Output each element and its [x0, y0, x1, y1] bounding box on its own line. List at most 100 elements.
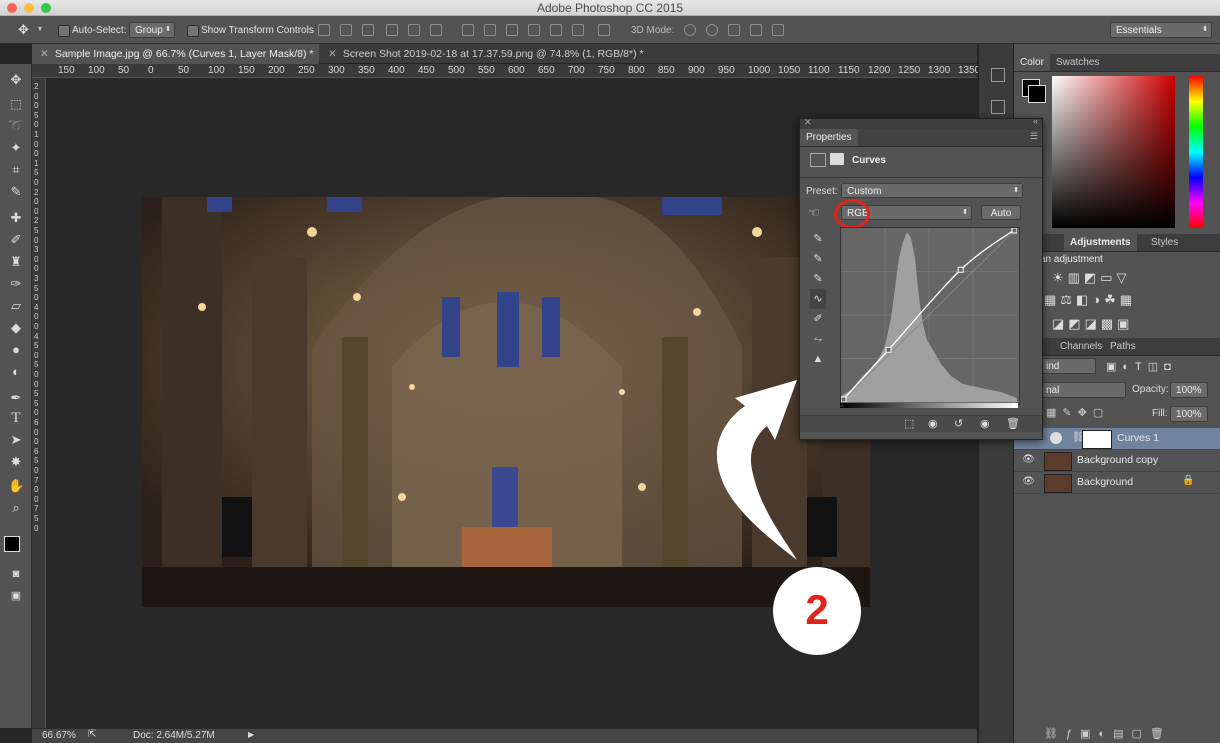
align-hcenter-icon[interactable]	[408, 24, 420, 36]
align-top-icon[interactable]	[318, 24, 330, 36]
eyedropper-black-icon[interactable]: ✎	[810, 229, 826, 249]
path-selection-tool-icon[interactable]: ➤	[8, 432, 24, 448]
pen-tool-icon[interactable]: ✒	[8, 390, 24, 406]
collapse-panel-icon[interactable]: «	[1033, 116, 1038, 126]
move-tool-icon[interactable]: ✥	[8, 72, 24, 88]
layer-filter-icons[interactable]: ▣◐T◫◘	[1106, 360, 1177, 373]
distribute-top-icon[interactable]	[462, 24, 474, 36]
custom-shape-tool-icon[interactable]: ✸	[8, 454, 24, 470]
export-icon[interactable]: ⇱	[88, 729, 96, 740]
crop-tool-icon[interactable]: ⌗	[8, 162, 24, 178]
brush-tool-icon[interactable]: ✐	[8, 232, 24, 248]
tab-properties[interactable]: Properties	[800, 129, 858, 146]
tool-preset-dropdown-icon[interactable]: ▾	[38, 24, 42, 33]
color-bg-swatch[interactable]	[1028, 85, 1046, 103]
blend-mode-dropdown[interactable]: nal	[1040, 382, 1126, 398]
hue-slider[interactable]	[1189, 76, 1203, 228]
3d-scale-icon[interactable]	[772, 24, 784, 36]
close-panel-icon[interactable]: ✕	[804, 117, 812, 128]
align-bottom-icon[interactable]	[362, 24, 374, 36]
opacity-field[interactable]: 100%	[1170, 382, 1208, 398]
close-tab-icon[interactable]: ✕	[40, 48, 49, 60]
quick-mask-icon[interactable]: ◙	[8, 566, 24, 582]
reset-icon[interactable]: ↺	[954, 417, 963, 430]
tab-channels[interactable]: Channels	[1054, 338, 1108, 355]
clip-to-layer-icon[interactable]: ⬚	[904, 417, 914, 430]
eyedropper-gray-icon[interactable]: ✎	[810, 249, 826, 269]
pencil-tool-icon[interactable]: ✐	[810, 309, 826, 329]
history-panel-icon[interactable]	[991, 68, 1005, 82]
visibility-eye-icon[interactable]: 👁	[1022, 454, 1035, 466]
magic-wand-tool-icon[interactable]: ✦	[8, 140, 24, 156]
screen-mode-icon[interactable]: ▣	[8, 588, 24, 604]
properties-drag-bar[interactable]: ✕ «	[800, 116, 1042, 129]
move-tool-icon[interactable]: ✥	[18, 22, 29, 38]
auto-select-checkbox[interactable]	[58, 25, 70, 37]
adjustment-icons-row-1[interactable]: ☀▥◩▭▽	[1052, 270, 1131, 286]
mask-icon[interactable]	[830, 153, 844, 165]
tab-adjustments[interactable]: Adjustments	[1064, 234, 1137, 251]
healing-brush-tool-icon[interactable]: ✚	[8, 210, 24, 226]
auto-select-dropdown[interactable]: Group ⬍	[129, 22, 175, 38]
fill-field[interactable]: 100%	[1170, 406, 1208, 422]
3d-drag-icon[interactable]	[728, 24, 740, 36]
show-transform-checkbox[interactable]	[187, 25, 199, 37]
close-tab-icon[interactable]: ✕	[328, 48, 337, 60]
layer-filter-dropdown[interactable]: ind	[1040, 358, 1096, 374]
actions-panel-icon[interactable]	[991, 100, 1005, 114]
dodge-tool-icon[interactable]: ◐	[8, 364, 24, 380]
hand-tool-icon[interactable]: ✋	[8, 478, 24, 494]
blur-tool-icon[interactable]: ●	[8, 342, 24, 358]
eyedropper-white-icon[interactable]: ✎	[810, 269, 826, 289]
doc-tab-screenshot[interactable]: ✕ Screen Shot 2019-02-18 at 17.37.59.png …	[320, 44, 650, 64]
smooth-curve-icon[interactable]: ⥊	[810, 329, 826, 349]
type-tool-icon[interactable]: T	[8, 410, 24, 426]
3d-slide-icon[interactable]	[750, 24, 762, 36]
doc-tab-sample-image[interactable]: ✕ Sample Image.jpg @ 66.7% (Curves 1, Lay…	[32, 44, 319, 64]
view-previous-icon[interactable]: ◉	[928, 417, 938, 430]
auto-align-icon[interactable]	[598, 24, 610, 36]
auto-button[interactable]: Auto	[981, 205, 1021, 220]
color-picker-field[interactable]	[1052, 76, 1175, 228]
white-point-slider[interactable]: ▲	[1010, 400, 1018, 409]
curve-control-point[interactable]	[957, 266, 964, 273]
tab-color[interactable]: Color	[1014, 54, 1050, 71]
layer-background-copy[interactable]: 👁 Background copy	[1014, 450, 1220, 472]
align-vcenter-icon[interactable]	[340, 24, 352, 36]
distribute-left-icon[interactable]	[528, 24, 540, 36]
delete-icon[interactable]: 🗑	[1006, 417, 1020, 430]
curve-control-point[interactable]	[1011, 227, 1018, 234]
align-left-icon[interactable]	[386, 24, 398, 36]
layers-footer-icons[interactable]: ⛓ƒ▣◐▤▢🗑	[1044, 727, 1172, 740]
history-brush-tool-icon[interactable]: ✑	[8, 276, 24, 292]
adjustment-icons-row-2[interactable]: ▦⚖◧◑☘▦	[1044, 292, 1136, 308]
curve-control-point[interactable]	[885, 346, 892, 353]
zoom-level[interactable]: 66.67%	[42, 730, 76, 741]
curves-graph[interactable]	[840, 227, 1020, 405]
visibility-eye-icon[interactable]: 👁	[1022, 476, 1035, 488]
visibility-eye-icon[interactable]: ◉	[980, 417, 990, 430]
3d-roll-icon[interactable]	[706, 24, 718, 36]
distribute-vcenter-icon[interactable]	[484, 24, 496, 36]
foreground-color-swatch[interactable]	[4, 536, 20, 552]
preset-dropdown[interactable]: Custom ⬍	[841, 183, 1023, 198]
clone-stamp-tool-icon[interactable]: ♜	[8, 254, 24, 270]
marquee-tool-icon[interactable]: ⬚	[8, 96, 24, 112]
eraser-tool-icon[interactable]: ▱	[8, 298, 24, 314]
tab-paths[interactable]: Paths	[1104, 338, 1142, 355]
status-menu-arrow-icon[interactable]: ▶	[248, 730, 254, 739]
black-point-slider[interactable]: ▲	[838, 400, 846, 409]
layer-background[interactable]: 👁 Background 🔒	[1014, 472, 1220, 494]
zoom-tool-icon[interactable]: ⌕	[8, 500, 24, 516]
eyedropper-tool-icon[interactable]: ✎	[8, 184, 24, 200]
distribute-right-icon[interactable]	[572, 24, 584, 36]
tab-styles[interactable]: Styles	[1145, 234, 1184, 251]
lasso-tool-icon[interactable]: ➰	[8, 118, 24, 134]
lock-icons[interactable]: ▦✎✥▢	[1046, 406, 1109, 419]
on-image-adjust-icon[interactable]: ☜	[808, 205, 820, 221]
distribute-bottom-icon[interactable]	[506, 24, 518, 36]
adjustment-icons-row-3[interactable]: ◪◩◪▩▣	[1052, 316, 1133, 332]
align-right-icon[interactable]	[430, 24, 442, 36]
clipping-warning-icon[interactable]: ▲	[810, 349, 826, 369]
layer-mask-thumb[interactable]	[1082, 430, 1112, 449]
